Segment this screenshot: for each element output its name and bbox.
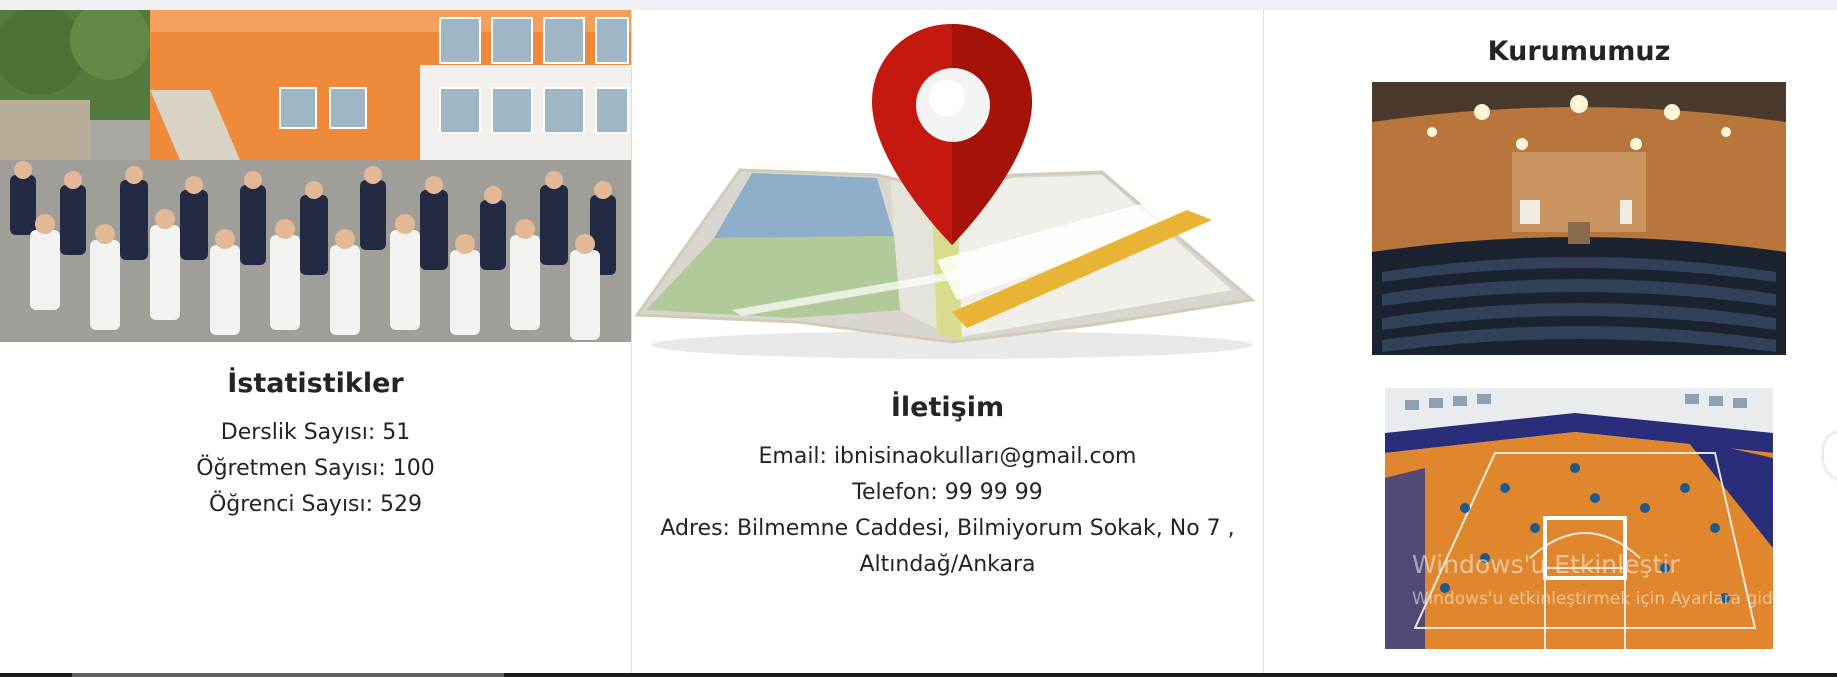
institution-title: Kurumumuz xyxy=(1487,36,1671,67)
classroom-count: Derslik Sayısı: 51 xyxy=(220,420,411,445)
map-pin-icon xyxy=(632,10,1263,365)
student-count: Öğrenci Sayısı: 529 xyxy=(208,492,423,517)
stats-list: Derslik Sayısı: 51 Öğretmen Sayısı: 100 … xyxy=(0,415,631,523)
taskbar-active-indicator xyxy=(72,673,504,677)
teacher-count: Öğretmen Sayısı: 100 xyxy=(196,456,435,481)
conference-hall-photo xyxy=(1372,82,1786,355)
contact-card: İletişim Email: ibnisinaokulları@gmail.c… xyxy=(632,10,1264,673)
school-yard-photo xyxy=(0,10,631,342)
contact-address-city: Altındağ/Ankara xyxy=(859,552,1036,577)
card-row: İstatistikler Derslik Sayısı: 51 Öğretme… xyxy=(0,10,1837,673)
taskbar-strip xyxy=(0,673,1837,677)
contact-phone: Telefon: 99 99 99 xyxy=(852,480,1043,505)
stats-card: İstatistikler Derslik Sayısı: 51 Öğretme… xyxy=(0,10,632,673)
sports-hall-photo xyxy=(1385,358,1773,649)
institution-card: Kurumumuz xyxy=(1264,10,1837,673)
contact-list: Email: ibnisinaokulları@gmail.com Telefo… xyxy=(632,439,1263,583)
contact-title: İletişim xyxy=(890,392,1005,423)
stats-title: İstatistikler xyxy=(227,368,404,399)
contact-email: Email: ibnisinaokulları@gmail.com xyxy=(758,444,1137,469)
contact-address: Adres: Bilmemne Caddesi, Bilmiyorum Soka… xyxy=(660,516,1235,541)
